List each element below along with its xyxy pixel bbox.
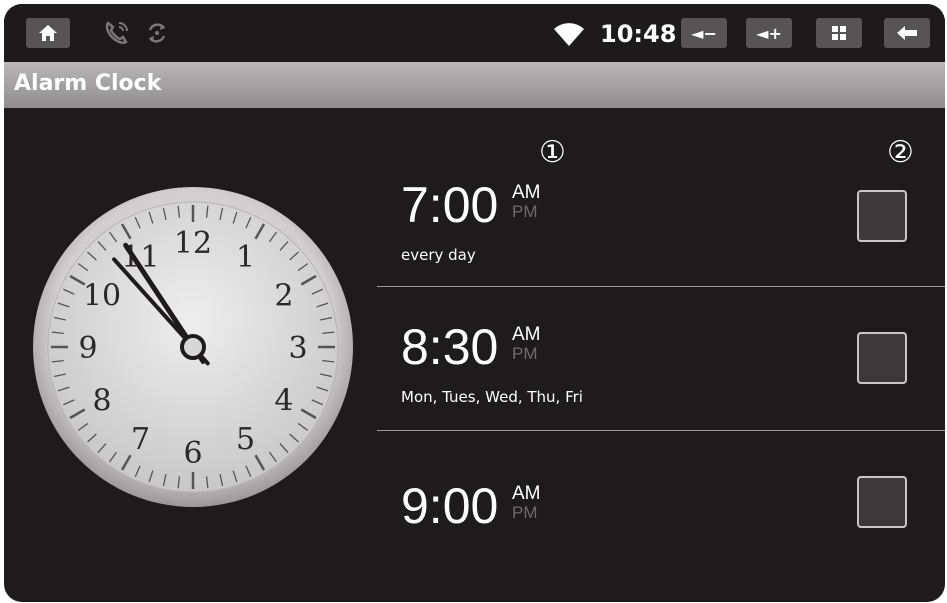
alarm-am: AM	[512, 182, 541, 203]
clock-number: 1	[236, 240, 255, 275]
clock-number: 7	[131, 422, 150, 457]
back-button[interactable]	[884, 18, 930, 48]
clock-number: 4	[274, 384, 293, 419]
alarm-pm: PM	[512, 344, 538, 363]
alarm-time: 7:00	[401, 177, 499, 233]
back-arrow-icon	[897, 26, 917, 40]
home-button[interactable]	[26, 18, 70, 48]
volume-down-button[interactable]: ◄−	[681, 18, 727, 48]
page-title: Alarm Clock	[14, 71, 162, 96]
menu-button[interactable]	[816, 18, 862, 48]
device-screen: 10:48 ◄− ◄+ Alarm Clock 12 1 2 3 4 5 6 7…	[4, 4, 945, 602]
clock-number: 9	[78, 331, 97, 366]
clock-face: 12 1234567891011	[33, 187, 353, 507]
status-bar: 10:48 ◄− ◄+	[4, 4, 945, 62]
grid-icon	[832, 26, 846, 40]
alarm-enable-checkbox[interactable]	[857, 190, 907, 242]
clock-center-pin	[180, 334, 206, 360]
call-icon	[102, 18, 132, 54]
alarm-item[interactable]: 8:30 AM PM Mon, Tues, Wed, Thu, Fri	[377, 287, 945, 427]
home-icon	[39, 25, 57, 41]
volume-up-button[interactable]: ◄+	[746, 18, 792, 48]
alarm-item[interactable]: 9:00 AM PM	[377, 431, 945, 571]
clock-number: 3	[288, 331, 307, 366]
clock-number: 6	[183, 436, 202, 471]
clock-number: 5	[236, 422, 255, 457]
alarm-time: 8:30	[401, 319, 499, 375]
analog-clock[interactable]: 12 1 2 3 4 5 6 7 8 9 10 11	[28, 182, 358, 516]
alarm-am: AM	[512, 324, 541, 345]
volume-down-icon: ◄−	[691, 23, 717, 43]
alarm-item[interactable]: 7:00 AM PM every day	[377, 146, 945, 286]
clock-number: 10	[83, 279, 121, 314]
alarm-time: 9:00	[401, 478, 499, 534]
volume-up-icon: ◄+	[756, 23, 782, 43]
wifi-icon	[552, 20, 586, 52]
status-time: 10:48	[600, 20, 677, 48]
alarm-pm: PM	[512, 503, 538, 522]
clock-number: 8	[93, 384, 112, 419]
sync-icon	[142, 18, 172, 54]
clock-number: 12	[174, 226, 212, 261]
alarm-days: every day	[401, 246, 476, 264]
alarm-enable-checkbox[interactable]	[857, 476, 907, 528]
clock-number: 2	[274, 279, 293, 314]
alarm-am: AM	[512, 483, 541, 504]
alarm-enable-checkbox[interactable]	[857, 332, 907, 384]
alarm-pm: PM	[512, 202, 538, 221]
alarm-days: Mon, Tues, Wed, Thu, Fri	[401, 388, 583, 406]
